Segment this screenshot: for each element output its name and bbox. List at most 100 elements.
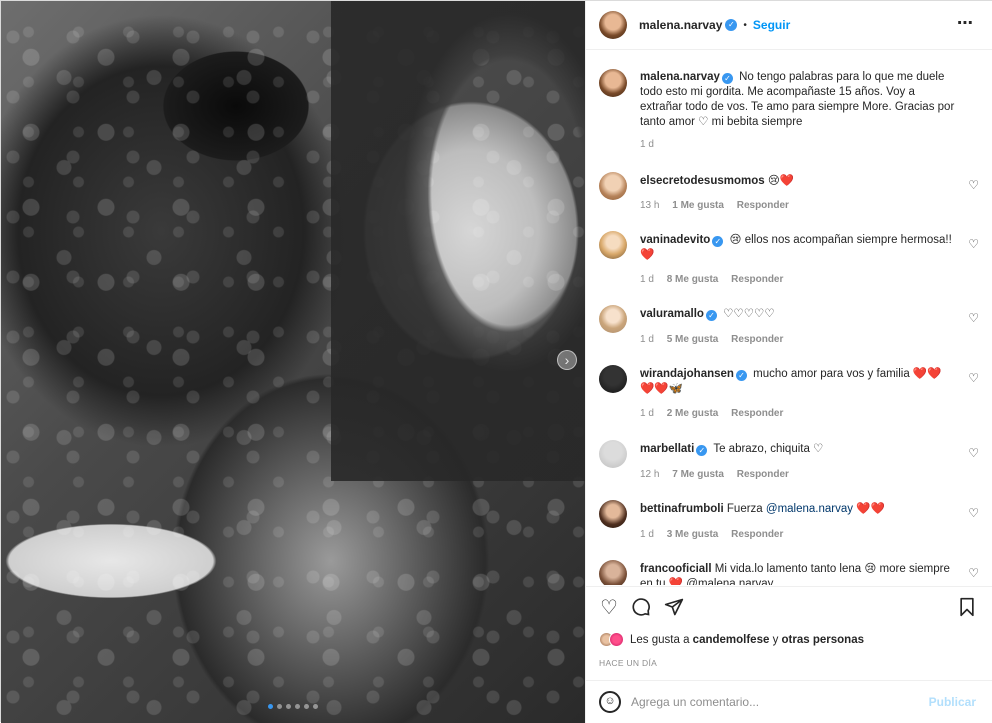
- avatar[interactable]: [599, 560, 627, 585]
- post-photo[interactable]: ›: [1, 1, 585, 723]
- avatar[interactable]: [599, 305, 627, 333]
- caption-meta: 1 d: [640, 139, 664, 150]
- reply-button[interactable]: Responder: [737, 200, 789, 211]
- author-username[interactable]: malena.narvay: [639, 18, 722, 32]
- timestamp: 13 h: [640, 200, 660, 211]
- comment-meta: 1 d 5 Me gusta Responder: [640, 334, 793, 345]
- verified-icon: ✓: [712, 236, 724, 247]
- like-count[interactable]: 2 Me gusta: [667, 408, 719, 419]
- timestamp: 1 d: [640, 274, 654, 285]
- like-icon[interactable]: ♡: [598, 597, 620, 619]
- comment-text-block: wirandajohansen ✓ mucho amor para vos y f…: [640, 367, 955, 397]
- post-modal: › malena.narvay ✓ • Seguir ⋯ malena.narv…: [0, 0, 992, 723]
- comment-text: Fuerza: [726, 503, 763, 515]
- timestamp: 1 d: [640, 529, 654, 540]
- timestamp: 1 d: [640, 139, 654, 150]
- liker-username[interactable]: candemolfese: [693, 634, 770, 646]
- comment-username[interactable]: bettinafrumboli: [640, 503, 724, 515]
- action-bar: ♡: [586, 586, 992, 626]
- comment-username[interactable]: valuramallo: [640, 308, 704, 320]
- post-date: HACE UN DÍA: [599, 658, 658, 668]
- verified-icon: ✓: [721, 73, 733, 84]
- post-header: malena.narvay ✓ • Seguir ⋯: [586, 1, 992, 50]
- comment-row: bettinafrumboli Fuerza @malena.narvay ❤️…: [599, 500, 979, 550]
- like-count[interactable]: 8 Me gusta: [667, 274, 719, 285]
- mention-link[interactable]: @malena.narvay: [766, 503, 853, 515]
- likes-others-link[interactable]: otras personas: [782, 634, 864, 646]
- comment-icon[interactable]: [630, 597, 652, 619]
- carousel-dot: [295, 704, 300, 709]
- comment-like-icon[interactable]: ♡: [968, 446, 979, 460]
- carousel-dot: [304, 704, 309, 709]
- comment-username[interactable]: elsecretodesusmomos: [640, 175, 765, 187]
- reply-button[interactable]: Responder: [737, 469, 789, 480]
- comment-like-icon[interactable]: ♡: [968, 237, 979, 251]
- like-count[interactable]: 3 Me gusta: [667, 529, 719, 540]
- comment-text-block: francooficiall Mi vida.lo lamento tanto …: [640, 562, 955, 585]
- avatar[interactable]: [599, 11, 627, 39]
- comment-like-icon[interactable]: ♡: [968, 566, 979, 580]
- avatar[interactable]: [599, 172, 627, 200]
- comment-like-icon[interactable]: ♡: [968, 506, 979, 520]
- next-slide-icon[interactable]: ›: [557, 350, 577, 370]
- save-bookmark-icon[interactable]: [956, 597, 978, 619]
- comment-row: francooficiall Mi vida.lo lamento tanto …: [599, 560, 979, 585]
- avatar[interactable]: [599, 231, 627, 259]
- comment-text-block: valuramallo ✓ ♡♡♡♡♡: [640, 307, 955, 322]
- carousel-dot: [268, 704, 273, 709]
- comment-row: marbellati ✓ Te abrazo, chiquita ♡ 12 h 7…: [599, 440, 979, 490]
- comment-text-block: marbellati ✓ Te abrazo, chiquita ♡: [640, 442, 955, 457]
- carousel-dots: [1, 704, 585, 709]
- comment-text: ♡♡♡♡♡: [723, 308, 775, 320]
- comments-list[interactable]: malena.narvay ✓ No tengo palabras para lo…: [586, 51, 992, 585]
- comment-username[interactable]: francooficiall: [640, 563, 712, 575]
- comment-row: wirandajohansen ✓ mucho amor para vos y f…: [599, 365, 979, 431]
- follow-button[interactable]: Seguir: [753, 18, 790, 32]
- like-count[interactable]: 7 Me gusta: [672, 469, 724, 480]
- comment-meta: 1 d 2 Me gusta Responder: [640, 408, 793, 419]
- post-sidebar: malena.narvay ✓ • Seguir ⋯ malena.narvay…: [585, 1, 992, 723]
- more-options-icon[interactable]: ⋯: [957, 13, 974, 33]
- avatar[interactable]: [599, 365, 627, 393]
- likes-conj: y: [772, 633, 779, 646]
- likes-summary[interactable]: Les gusta a candemolfese y otras persona…: [599, 632, 864, 647]
- comment-like-icon[interactable]: ♡: [968, 178, 979, 192]
- comment-row: elsecretodesusmomos 😢❤️ 13 h 1 Me gusta …: [599, 172, 979, 222]
- comment-username[interactable]: wirandajohansen: [640, 368, 734, 380]
- separator-dot: •: [743, 19, 747, 31]
- carousel-dot: [277, 704, 282, 709]
- like-count[interactable]: 5 Me gusta: [667, 334, 719, 345]
- reply-button[interactable]: Responder: [731, 334, 783, 345]
- publish-button[interactable]: Publicar: [929, 695, 976, 709]
- comment-emoji: ❤️❤️: [856, 503, 885, 515]
- comment-meta: 1 d 8 Me gusta Responder: [640, 274, 793, 285]
- avatar[interactable]: [599, 440, 627, 468]
- comment-text-block: elsecretodesusmomos 😢❤️: [640, 174, 955, 189]
- verified-icon: ✓: [705, 310, 717, 321]
- reply-button[interactable]: Responder: [731, 408, 783, 419]
- comment-text-block: vaninadevito ✓ 😢 ellos nos acompañan siem…: [640, 233, 955, 263]
- carousel-dot: [313, 704, 318, 709]
- comment-like-icon[interactable]: ♡: [968, 311, 979, 325]
- reply-button[interactable]: Responder: [731, 529, 783, 540]
- comment-input[interactable]: Agrega un comentario...: [631, 695, 759, 709]
- caption-username[interactable]: malena.narvay: [640, 71, 720, 83]
- timestamp: 1 d: [640, 334, 654, 345]
- timestamp: 1 d: [640, 408, 654, 419]
- comment-username[interactable]: vaninadevito: [640, 234, 710, 246]
- comment-username[interactable]: marbellati: [640, 443, 694, 455]
- likes-prefix: Les gusta a: [630, 633, 690, 646]
- liker-avatar: [609, 632, 624, 647]
- like-count[interactable]: 1 Me gusta: [672, 200, 724, 211]
- share-icon[interactable]: [663, 597, 685, 619]
- timestamp: 12 h: [640, 469, 660, 480]
- avatar[interactable]: [599, 69, 627, 97]
- comment-text-block: bettinafrumboli Fuerza @malena.narvay ❤️…: [640, 502, 955, 517]
- comment-text: Te abrazo, chiquita ♡: [713, 443, 824, 455]
- comment-meta: 12 h 7 Me gusta Responder: [640, 469, 799, 480]
- avatar[interactable]: [599, 500, 627, 528]
- photo-shading: [331, 1, 585, 481]
- reply-button[interactable]: Responder: [731, 274, 783, 285]
- comment-like-icon[interactable]: ♡: [968, 371, 979, 385]
- emoji-icon[interactable]: ☺: [599, 691, 621, 713]
